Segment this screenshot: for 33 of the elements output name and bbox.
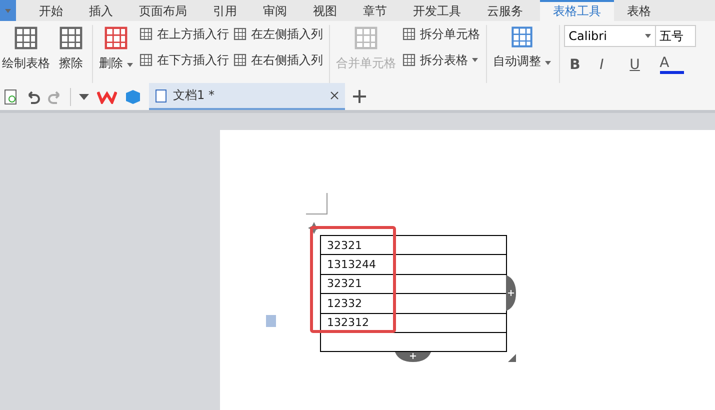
format-button[interactable]: I [600, 55, 624, 74]
menu-tab[interactable]: 引用 [200, 0, 250, 21]
menu-tab[interactable]: 开始 [26, 0, 76, 21]
eraser-button[interactable]: 擦除 [56, 25, 86, 72]
draw-table-button[interactable]: 绘制表格 [0, 25, 52, 72]
delete-button[interactable]: 删除 [97, 25, 135, 72]
table-cell: 32321 [321, 274, 506, 294]
menu-tab[interactable]: 章节 [350, 0, 400, 21]
menu-tab[interactable]: 视图 [300, 0, 350, 21]
font-field[interactable]: Calibri [564, 25, 656, 47]
split-cells-button[interactable]: 拆分单元格 [402, 25, 480, 43]
insert-row-below-button[interactable]: 在下方插入行 [138, 51, 229, 69]
split-table-button[interactable]: 拆分表格 [402, 51, 480, 69]
insert-column-left-button[interactable]: 在左侧插入列 [232, 25, 323, 43]
table-cell: 132312 [321, 314, 506, 333]
table-cell: 1313244 [321, 255, 506, 275]
auto-fit-button[interactable]: 自动调整 [490, 25, 553, 70]
menu-tab[interactable]: 表格 [614, 0, 664, 21]
format-button[interactable]: B [570, 55, 594, 74]
menu-tab[interactable]: 页面布局 [126, 0, 200, 21]
table-cell: 32321 [321, 236, 506, 256]
menu-tab[interactable]: 插入 [76, 0, 126, 21]
format-button[interactable]: U [630, 55, 654, 74]
format-button[interactable]: A [660, 55, 684, 74]
menu-tab[interactable]: 开发工具 [400, 0, 474, 21]
insert-column-right-button[interactable]: 在右侧插入列 [232, 51, 323, 69]
font-size-field[interactable]: 五号 [656, 25, 696, 47]
menu-tab[interactable]: 云服务 [474, 0, 536, 21]
menu-tab[interactable]: 表格工具 [540, 0, 614, 21]
insert-row-above-button[interactable]: 在上方插入行 [138, 25, 229, 43]
table-cell: 12332 [321, 294, 506, 314]
document-tab[interactable]: 文档1 * [149, 83, 345, 110]
menu-tab[interactable]: 审阅 [250, 0, 300, 21]
